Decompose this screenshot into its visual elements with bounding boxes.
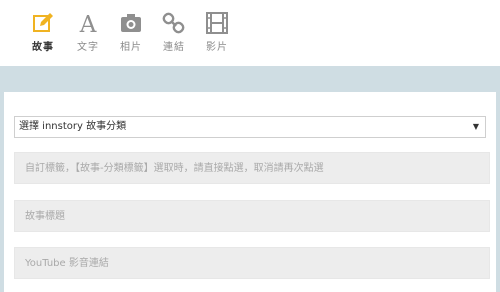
film-icon: [206, 12, 228, 34]
youtube-placeholder: YouTube 影音連結: [25, 258, 109, 269]
tab-label: 相片: [120, 42, 142, 53]
tab-label: 文字: [77, 42, 99, 53]
tab-story[interactable]: 故事: [20, 9, 66, 57]
edit-icon: [33, 13, 53, 32]
post-type-toolbar: 故事 A 文字 相片 連結 影片: [0, 0, 500, 66]
camera-icon: [121, 14, 141, 32]
tab-label: 故事: [32, 42, 54, 53]
tab-label: 影片: [206, 42, 228, 53]
story-form: 選擇 innstory 故事分類 ▼ 自訂標籤，【故事-分類標籤】選取時，請直接…: [4, 92, 496, 292]
category-select-value: 選擇 innstory 故事分類: [19, 121, 127, 132]
category-select[interactable]: 選擇 innstory 故事分類 ▼: [14, 116, 486, 138]
tab-label: 連結: [163, 42, 185, 53]
tab-text[interactable]: A 文字: [65, 9, 111, 57]
svg-text:A: A: [79, 12, 97, 35]
title-placeholder: 故事標題: [25, 211, 65, 222]
tab-link[interactable]: 連結: [151, 9, 197, 57]
tags-placeholder: 自訂標籤，【故事-分類標籤】選取時，請直接點選，取消請再次點選: [25, 163, 324, 174]
tab-video[interactable]: 影片: [194, 9, 240, 57]
text-icon: A: [79, 12, 97, 35]
title-input[interactable]: 故事標題: [14, 200, 490, 232]
chevron-down-icon: ▼: [472, 122, 479, 131]
section-divider-band: [0, 66, 500, 92]
tags-input[interactable]: 自訂標籤，【故事-分類標籤】選取時，請直接點選，取消請再次點選: [14, 152, 490, 184]
tab-photo[interactable]: 相片: [108, 9, 154, 57]
link-icon: [162, 12, 185, 34]
youtube-link-input[interactable]: YouTube 影音連結: [14, 247, 490, 279]
